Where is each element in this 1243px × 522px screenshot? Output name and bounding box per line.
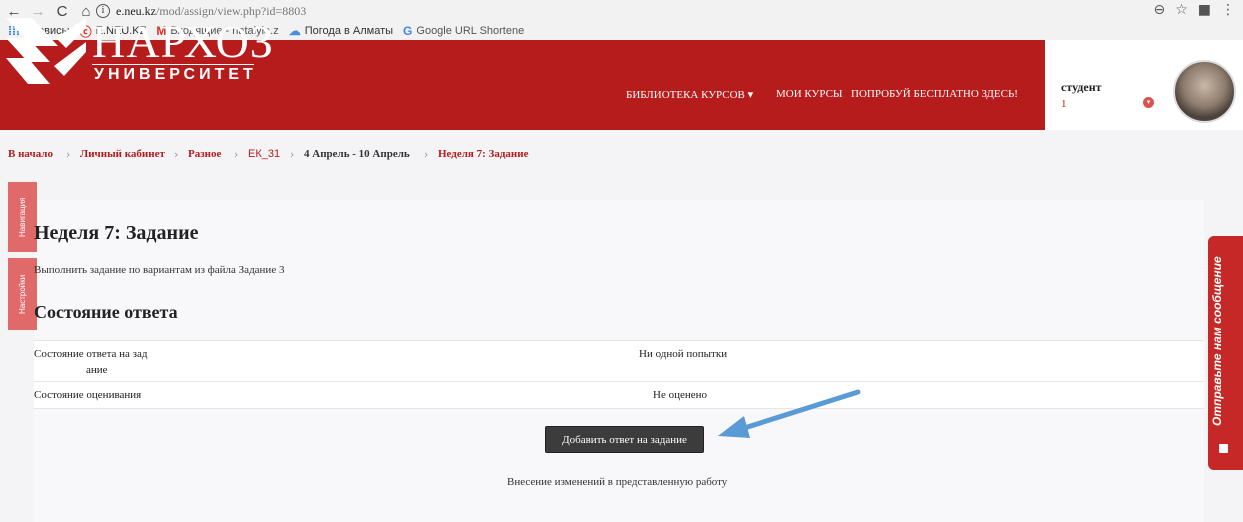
menu-try-free[interactable]: ПОПРОБУЙ БЕСПЛАТНО ЗДЕСЬ! <box>851 88 1018 100</box>
breadcrumb-separator: › <box>234 148 239 161</box>
user-menu[interactable]: студент 1 ▾ <box>1045 40 1243 130</box>
assignment-description: Выполнить задание по вариантам из файла … <box>34 264 285 276</box>
zoom-icon[interactable]: ⊖ <box>1153 2 1165 18</box>
logo-divider <box>92 64 254 65</box>
logo-mark-icon <box>6 18 86 84</box>
browser-right-icons: ⊖ ☆ ■ ⋮ <box>1153 2 1235 18</box>
status-label-line1: Состояние ответа на зад <box>34 348 148 360</box>
table-row: Состояние оценивания Не оценено <box>34 382 1204 409</box>
breadcrumb-week[interactable]: 4 Апрель - 10 Апрель <box>304 148 410 160</box>
site-logo[interactable]: НАРХОЗ УНИВЕРСИТЕТ <box>6 18 273 84</box>
breadcrumb-misc[interactable]: Разное <box>188 148 221 160</box>
logo-subtitle: УНИВЕРСИТЕТ <box>94 66 257 83</box>
edit-note: Внесение изменений в представленную рабо… <box>507 476 728 488</box>
user-name: студент <box>1061 80 1102 94</box>
section-title: Состояние ответа <box>34 302 178 322</box>
breadcrumb-separator: › <box>424 148 429 161</box>
breadcrumb-separator: › <box>66 148 71 161</box>
status-label-line2: ание <box>86 364 108 376</box>
breadcrumb-course[interactable]: ЕК_31 <box>248 148 280 160</box>
reload-icon[interactable]: C <box>52 3 72 20</box>
grading-label: Состояние оценивания <box>34 389 142 401</box>
forward-icon[interactable]: → <box>28 3 48 20</box>
message-icon <box>1219 444 1228 453</box>
star-icon[interactable]: ☆ <box>1175 2 1188 18</box>
google-icon: G <box>403 24 413 38</box>
menu-icon[interactable]: ⋮ <box>1221 2 1235 18</box>
breadcrumb-separator: › <box>290 148 295 161</box>
page-title: Неделя 7: Задание <box>34 222 199 244</box>
breadcrumb-separator: › <box>174 148 179 161</box>
chevron-down-icon[interactable]: ▾ <box>1143 97 1154 108</box>
breadcrumb-current: Неделя 7: Задание <box>438 148 529 160</box>
extension-icon[interactable]: ■ <box>1198 2 1211 18</box>
avatar[interactable] <box>1173 60 1236 123</box>
bookmark-shortener[interactable]: G Google URL Shortene <box>403 24 524 38</box>
breadcrumb <box>0 130 1243 180</box>
breadcrumb-dashboard[interactable]: Личный кабинет <box>80 148 165 160</box>
logo-title: НАРХОЗ <box>92 16 274 67</box>
annotation-arrow-icon <box>718 389 861 438</box>
bookmark-weather[interactable]: ☁ Погода в Алматы <box>289 24 393 38</box>
add-submission-button[interactable]: Добавить ответ на задание <box>545 426 704 453</box>
status-value: Ни одной попытки <box>639 348 728 360</box>
breadcrumb-home[interactable]: В начало <box>8 148 53 160</box>
feedback-label: Отправьте нам сообщение <box>1210 256 1224 426</box>
grading-value: Не оценено <box>653 389 708 401</box>
table-row: Состояние ответа на зад ание Ни одной по… <box>34 340 1204 382</box>
navigation-tab[interactable]: Навигация <box>8 182 37 252</box>
menu-course-library[interactable]: БИБЛИОТЕКА КУРСОВ ▾ <box>626 88 753 101</box>
settings-tab[interactable]: Настройки <box>8 258 37 330</box>
back-icon[interactable]: ← <box>4 3 24 20</box>
user-number: 1 <box>1061 98 1067 110</box>
menu-my-courses[interactable]: МОИ КУРСЫ <box>776 88 843 100</box>
weather-icon: ☁ <box>288 24 301 38</box>
